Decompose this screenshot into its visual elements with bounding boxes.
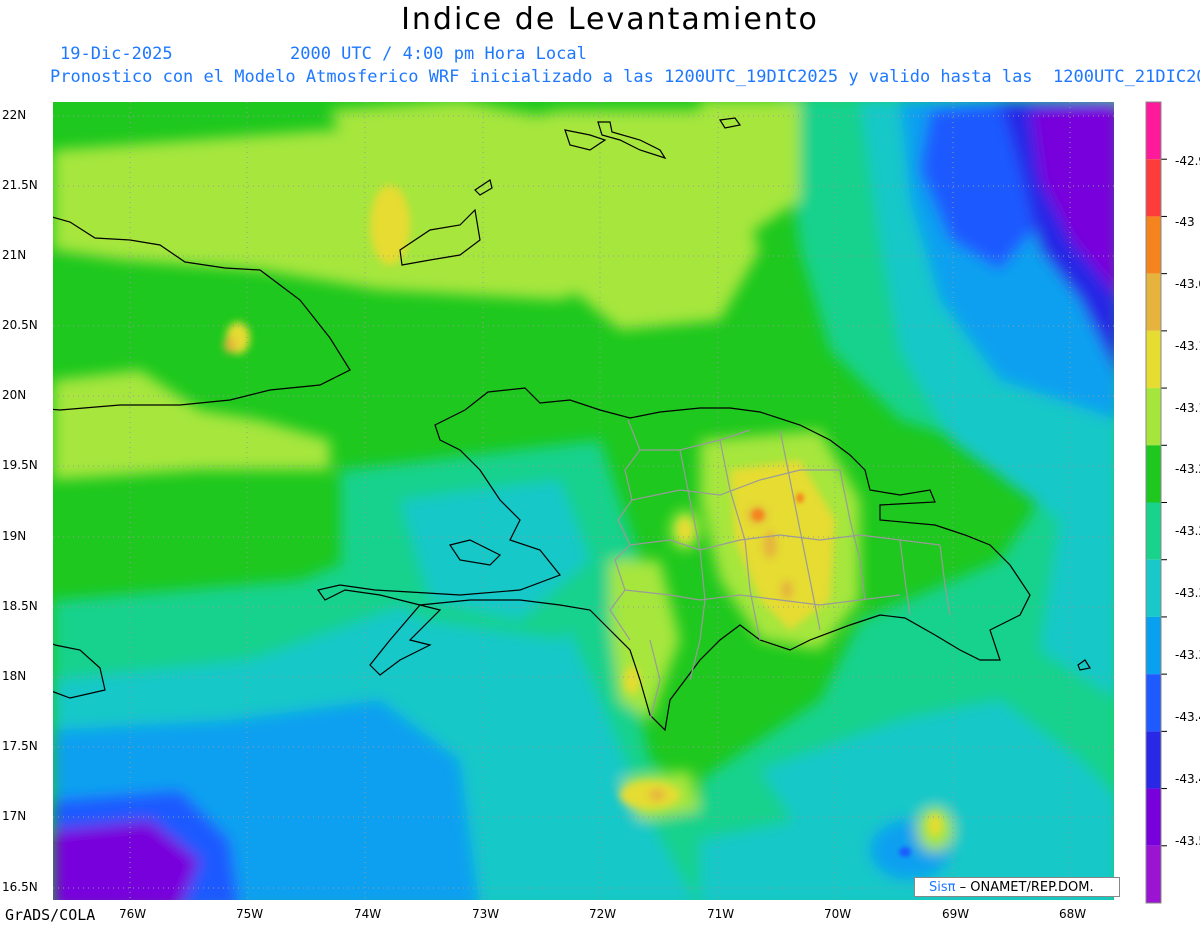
lon-label: 71W	[707, 907, 735, 921]
grads-footer: GrADS/COLA	[5, 906, 96, 924]
lon-label: 76W	[119, 907, 147, 921]
lat-label: 19.5N	[2, 458, 38, 472]
colorbar-swatch	[1146, 731, 1161, 789]
colorbar-swatch	[1146, 445, 1161, 503]
lon-label: 74W	[354, 907, 382, 921]
colorbar-swatch	[1146, 559, 1161, 617]
lat-label: 20.5N	[2, 318, 38, 332]
colorbar-swatch	[1146, 502, 1161, 560]
colorbar-swatch	[1146, 330, 1161, 389]
lifted-index-map	[53, 101, 1167, 904]
lat-label: 17N	[2, 809, 27, 823]
colorbar-swatch	[1146, 616, 1161, 675]
colorbar-label: -43.4	[1175, 772, 1200, 786]
colorbar-label: -43.5	[1175, 834, 1200, 848]
lat-label: 21N	[2, 248, 27, 262]
colorbar	[1145, 101, 1167, 904]
colorbar-label: -43.2	[1175, 524, 1200, 538]
lon-label: 68W	[1059, 907, 1087, 921]
colorbar-swatch	[1146, 216, 1161, 274]
lat-label: 20N	[2, 388, 27, 402]
credit-text: – ONAMET/REP.DOM.	[959, 880, 1094, 895]
colorbar-swatch	[1146, 674, 1161, 732]
colorbar-label: -42.9	[1175, 154, 1200, 168]
colorbar-swatch	[1146, 388, 1161, 446]
colorbar-label: -43.1	[1175, 401, 1200, 415]
colorbar-swatch	[1146, 102, 1161, 160]
colorbar-label: -43.2	[1175, 462, 1200, 476]
lat-label: 16.5N	[2, 880, 38, 894]
lat-label: 18N	[2, 669, 27, 683]
lon-label: 72W	[589, 907, 617, 921]
colorbar-label: -43.4	[1175, 710, 1200, 724]
lat-label: 18.5N	[2, 599, 38, 613]
credit-brand: Sisπ	[929, 880, 956, 895]
lat-label: 21.5N	[2, 178, 38, 192]
lat-label: 22N	[2, 108, 27, 122]
colorbar-label: -43.1	[1175, 339, 1200, 353]
colorbar-label: -43	[1175, 215, 1195, 229]
colorbar-label: -43.0	[1175, 277, 1200, 291]
colorbar-swatch	[1146, 159, 1161, 217]
lon-label: 70W	[824, 907, 852, 921]
credit-box: Sisπ – ONAMET/REP.DOM.	[914, 877, 1120, 897]
lat-label: 17.5N	[2, 739, 38, 753]
field-shading	[53, 102, 1114, 900]
colorbar-swatch	[1146, 788, 1161, 846]
lon-label: 73W	[472, 907, 500, 921]
lon-label: 69W	[942, 907, 970, 921]
colorbar-swatch	[1146, 273, 1161, 331]
colorbar-label: -43.3	[1175, 586, 1200, 600]
lon-label: 75W	[236, 907, 264, 921]
colorbar-label: -43.3	[1175, 648, 1200, 662]
colorbar-swatch	[1146, 845, 1161, 903]
lat-label: 19N	[2, 529, 27, 543]
